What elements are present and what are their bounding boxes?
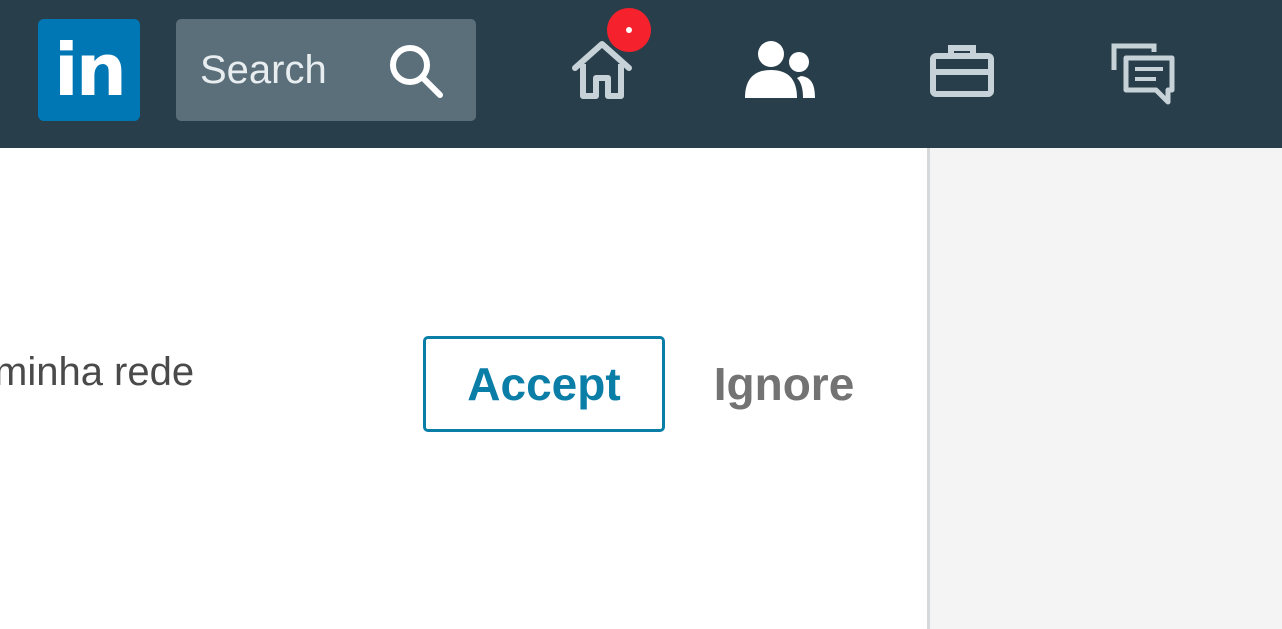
accept-button[interactable]: Accept xyxy=(423,336,665,432)
right-rail xyxy=(930,148,1282,629)
badge-dot xyxy=(626,27,632,33)
search-icon[interactable] xyxy=(386,41,446,101)
search-input[interactable]: Search xyxy=(200,19,327,121)
search-box[interactable]: Search xyxy=(176,19,476,121)
invitation-panel: minha rede Accept Ignore xyxy=(0,148,927,629)
home-notification-badge xyxy=(607,8,651,52)
page: in Search minha rede Accept Ignore xyxy=(0,0,1282,629)
linkedin-logo[interactable]: in xyxy=(38,19,140,121)
invitation-text: minha rede xyxy=(0,350,195,394)
people-icon[interactable] xyxy=(745,36,815,106)
briefcase-icon[interactable] xyxy=(927,36,997,106)
messaging-icon[interactable] xyxy=(1108,36,1178,106)
top-nav-bar: in Search xyxy=(0,0,1282,148)
ignore-button[interactable]: Ignore xyxy=(700,336,868,432)
